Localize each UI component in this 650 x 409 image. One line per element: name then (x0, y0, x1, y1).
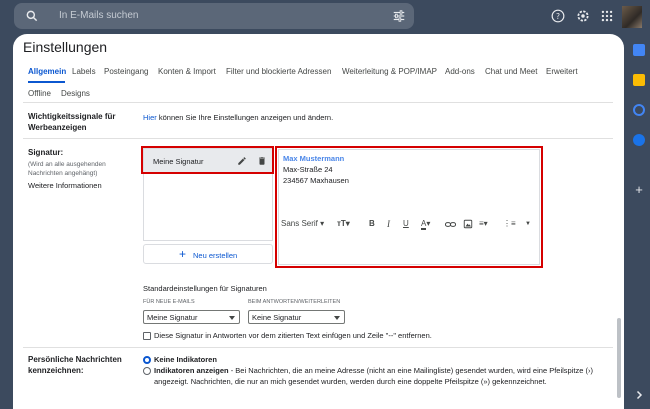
numbered-list-icon[interactable]: ⋮≡ (503, 219, 516, 228)
tab-offline[interactable]: Offline (28, 89, 51, 98)
create-new-label: Neu erstellen (193, 251, 238, 260)
font-size-icon[interactable]: тT▾ (337, 219, 350, 228)
plus-icon: + (179, 247, 187, 261)
signature-label: Signatur: (28, 148, 64, 157)
align-icon[interactable]: ≡▾ (479, 219, 488, 228)
side-panel-rail: + (626, 34, 650, 409)
tab-erweitert[interactable]: Erweitert (546, 67, 578, 76)
section-divider (23, 138, 613, 139)
formatting-toolbar: Sans Serif ▾ тT▾ B I U A▾ ≡▾ ⋮≡ ▼ (281, 219, 539, 237)
tab-add-ons[interactable]: Add-ons (445, 67, 475, 76)
new-email-signature-value: Meine Signatur (147, 313, 198, 322)
ads-description: Hier können Sie Ihre Einstellungen anzei… (143, 112, 333, 123)
tab-weiterleitung[interactable]: Weiterleitung & POP/IMAP (342, 67, 437, 76)
highlight-box-signature-editor (275, 146, 543, 268)
svg-text:?: ? (556, 12, 560, 21)
dropdown-caret-icon (229, 316, 235, 320)
ads-settings-link[interactable]: Hier (143, 113, 157, 122)
search-input[interactable]: In E-Mails suchen (59, 10, 138, 21)
search-icon[interactable] (25, 9, 39, 23)
search-options-icon[interactable] (392, 9, 406, 23)
bold-icon[interactable]: B (369, 219, 375, 228)
underline-icon[interactable]: U (403, 219, 409, 228)
calendar-icon[interactable] (633, 44, 645, 56)
apps-grid-icon[interactable] (600, 9, 614, 23)
personal-indicators-label: Persönliche Nachrichten kennzeichnen: (28, 355, 122, 375)
new-email-signature-select[interactable]: Meine Signatur (143, 310, 240, 324)
highlight-box-signature-item (141, 146, 274, 174)
contacts-icon[interactable] (633, 134, 645, 146)
tabs-divider (23, 102, 613, 103)
show-indicators-description: Indikatoren anzeigen - Bei Nachrichten, … (154, 365, 604, 387)
tasks-icon[interactable] (633, 104, 645, 116)
signature-before-quote-checkbox[interactable] (143, 332, 151, 340)
top-bar: In E-Mails suchen ? (0, 0, 650, 34)
no-indicators-label: Keine Indikatoren (154, 355, 217, 364)
active-tab-indicator (28, 81, 65, 83)
tab-posteingang[interactable]: Posteingang (104, 67, 148, 76)
chevron-right-icon[interactable] (633, 389, 645, 401)
more-formatting-icon[interactable]: ▼ (525, 221, 531, 227)
ads-signals-label: Wichtigkeitssignale für Werbeanzeigen (28, 112, 116, 132)
tab-designs[interactable]: Designs (61, 89, 90, 98)
section-divider (23, 347, 613, 348)
for-new-emails-label: FÜR NEUE E-MAILS (143, 299, 195, 305)
dropdown-caret-icon (334, 316, 340, 320)
reply-signature-select[interactable]: Keine Signatur (248, 310, 345, 324)
for-reply-label: BEIM ANTWORTEN/WEITERLEITEN (248, 299, 341, 305)
more-info-link[interactable]: Weitere Informationen (28, 180, 102, 191)
search-bar[interactable]: In E-Mails suchen (14, 3, 414, 29)
reply-signature-value: Keine Signatur (252, 313, 302, 322)
radio-no-indicators[interactable] (143, 356, 151, 364)
insert-image-icon[interactable] (463, 219, 473, 229)
signature-hint: (Wird an alle ausgehenden Nachrichten an… (28, 161, 106, 177)
text-color-icon[interactable]: A▾ (421, 219, 430, 230)
settings-gear-icon[interactable] (576, 9, 590, 23)
signature-defaults-title: Standardeinstellungen für Signaturen (143, 284, 267, 293)
keep-icon[interactable] (633, 74, 645, 86)
settings-panel: Einstellungen Allgemein Labels Posteinga… (13, 34, 624, 409)
vertical-scrollbar[interactable] (617, 318, 621, 398)
font-family-select[interactable]: Sans Serif ▾ (281, 219, 324, 228)
tab-allgemein[interactable]: Allgemein (28, 67, 66, 76)
tab-chat-meet[interactable]: Chat und Meet (485, 67, 537, 76)
tab-konten-import[interactable]: Konten & Import (158, 67, 216, 76)
tab-filter[interactable]: Filter und blockierte Adressen (226, 67, 331, 76)
add-addon-icon[interactable]: + (633, 183, 645, 196)
signature-before-quote-text: Diese Signatur in Antworten vor dem ziti… (154, 331, 432, 340)
font-family-label: Sans Serif (281, 219, 318, 228)
create-new-signature-button[interactable]: + Neu erstellen (143, 244, 273, 264)
radio-show-indicators[interactable] (143, 367, 151, 375)
link-icon[interactable] (445, 220, 456, 229)
help-icon[interactable]: ? (551, 9, 565, 23)
page-title: Einstellungen (23, 39, 108, 55)
account-avatar[interactable] (622, 6, 642, 28)
show-indicators-label: Indikatoren anzeigen (154, 366, 229, 375)
ads-description-text: können Sie Ihre Einstellungen anzeigen u… (158, 113, 334, 122)
tab-labels[interactable]: Labels (72, 67, 96, 76)
italic-icon[interactable]: I (387, 219, 390, 229)
